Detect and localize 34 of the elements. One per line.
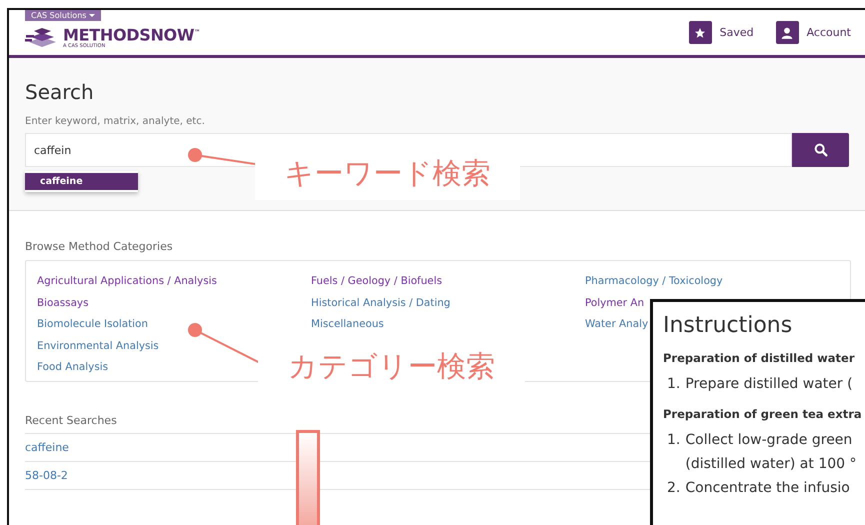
logo-wordmark: METHODSNOW$^{™}$: [63, 24, 200, 44]
solutions-menu[interactable]: CAS Solutions: [25, 10, 102, 21]
recent-search-link[interactable]: 58-08-2: [25, 469, 68, 482]
category-link[interactable]: Pharmacology / Toxicology: [585, 271, 723, 292]
step-text: Prepare distilled water (: [685, 375, 853, 394]
suggestion-item[interactable]: caffeine: [25, 173, 138, 190]
step-text: (distilled water) at 100 °: [685, 455, 856, 474]
category-link[interactable]: Miscellaneous: [311, 314, 384, 336]
search-button[interactable]: [792, 133, 849, 167]
category-link[interactable]: Water Analy: [585, 314, 648, 336]
section-heading: Preparation of distilled water: [663, 351, 854, 365]
search-icon: [812, 142, 828, 158]
step-number: 2.: [667, 479, 680, 498]
field-label: Enter keyword, matrix, analyte, etc.: [25, 116, 206, 127]
recent-search-link[interactable]: caffeine: [25, 441, 69, 454]
step-text: Collect low-grade green: [685, 431, 852, 450]
category-link[interactable]: Environmental Analysis: [37, 336, 159, 357]
nav-link[interactable]: Account: [776, 21, 851, 44]
category-link[interactable]: Historical Analysis / Dating: [311, 292, 450, 314]
category-link[interactable]: Agricultural Applications / Analysis: [37, 271, 217, 292]
panel-title: Instructions: [663, 312, 792, 340]
caret-icon: [89, 14, 96, 17]
page-title: Search: [25, 80, 95, 104]
category-link[interactable]: Food Analysis: [37, 357, 108, 378]
category-link[interactable]: Fuels / Geology / Biofuels: [311, 271, 442, 292]
category-link[interactable]: Polymer An: [585, 292, 644, 314]
section-heading: Browse Method Categories: [25, 240, 174, 253]
category-link[interactable]: Bioassays: [37, 292, 88, 314]
nav-link[interactable]: Saved: [688, 21, 754, 44]
step-number: 1.: [667, 431, 680, 450]
step-text: Concentrate the infusio: [685, 479, 850, 498]
step-number: 1.: [667, 375, 680, 394]
category-link[interactable]: Biomolecule Isolation: [37, 314, 148, 336]
user-icon: [776, 21, 799, 44]
